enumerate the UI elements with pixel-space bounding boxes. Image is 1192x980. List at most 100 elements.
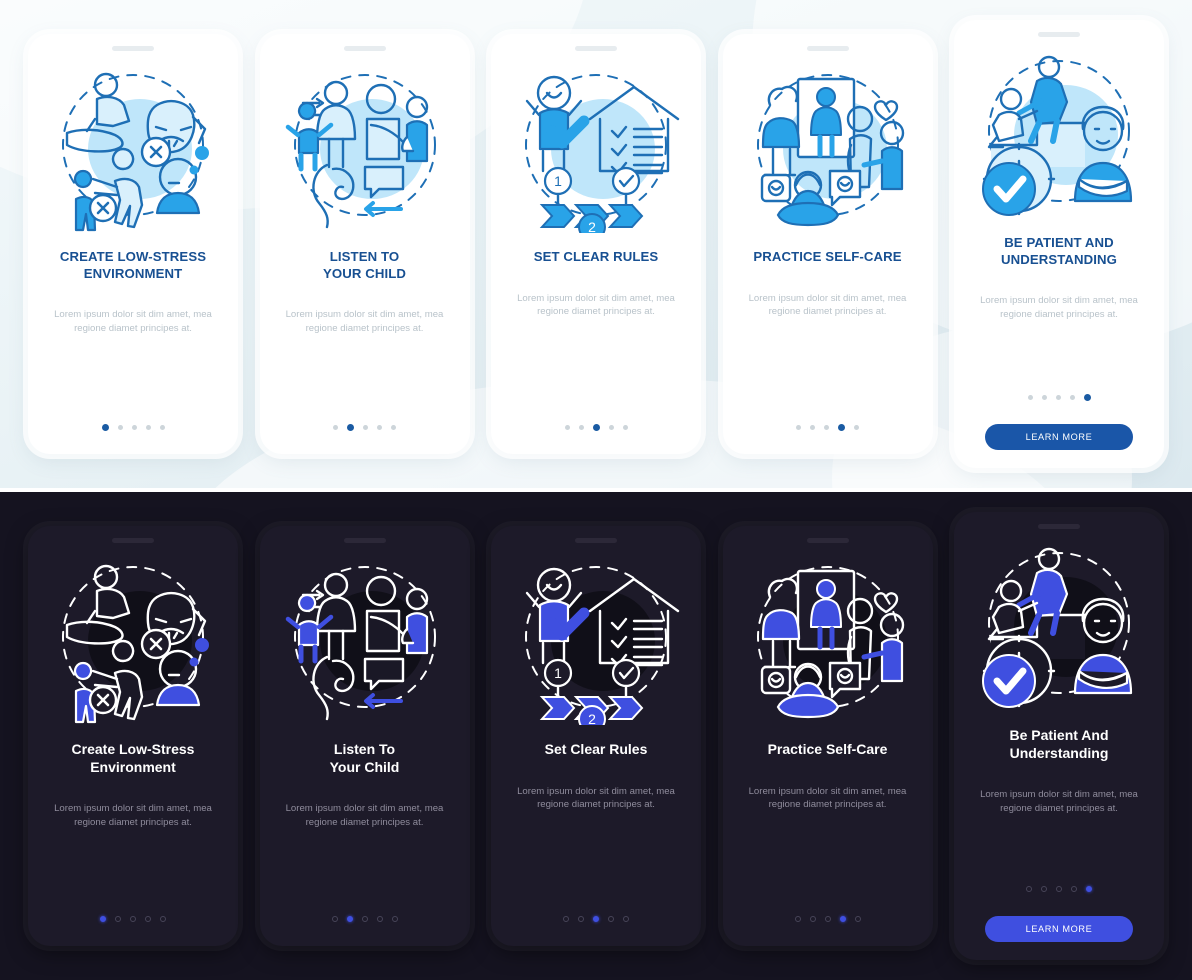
stress-free-family-icon <box>45 549 221 725</box>
pagination-dot-1[interactable] <box>564 424 570 430</box>
pagination-dot-1[interactable] <box>333 424 338 430</box>
phone-speaker-bar <box>806 46 849 51</box>
pagination-dot-3[interactable] <box>824 916 831 922</box>
pagination-dot-4[interactable] <box>377 424 382 430</box>
screen-title: Listen To Your Child <box>316 741 414 776</box>
screen-title-line-1: Set Clear Rules <box>544 741 648 757</box>
pagination-dot-3[interactable] <box>1056 886 1062 892</box>
pagination-dot-1[interactable] <box>796 424 801 430</box>
pagination-dot-4[interactable] <box>145 916 151 922</box>
screen-title-line-1: CREATE LOW-STRESS <box>59 249 207 264</box>
pagination-dot-5[interactable] <box>622 424 628 430</box>
phone-speaker-bar <box>575 538 617 543</box>
pagination-dot-1[interactable] <box>331 916 338 922</box>
phone-speaker-bar <box>343 46 386 51</box>
dark-phone-screen-5: Be Patient And Understanding Lorem ipsum d… <box>954 512 1164 960</box>
learn-more-button[interactable]: LEARN MORE <box>985 424 1133 450</box>
learn-more-button[interactable]: LEARN MORE <box>985 916 1133 942</box>
stress-free-family-icon <box>45 57 221 233</box>
screen-body-text: Lorem ipsum dolor sit dim amet, mea regi… <box>517 785 675 811</box>
pagination-dot-5-active[interactable] <box>1086 886 1092 892</box>
dark-phone-screen-1: Create Low-Stress Environment Lorem ipsum … <box>28 526 238 946</box>
patience-support-icon <box>971 43 1147 219</box>
pagination-dot-4[interactable] <box>1071 886 1077 892</box>
screen-title-line-2: ENVIRONMENT <box>83 265 183 281</box>
pagination-dot-4[interactable] <box>145 424 151 430</box>
dark-phone-screen-2: Listen To Your Child Lorem ipsum dolor sit… <box>259 526 470 946</box>
screen-body-text: Lorem ipsum dolor sit dim amet, mea regi… <box>517 292 675 318</box>
self-care-meditation-icon <box>740 549 916 725</box>
pagination-dot-4[interactable] <box>608 916 614 922</box>
house-checklist-icon: 1 2 <box>508 549 684 725</box>
pagination-dot-5[interactable] <box>391 916 398 922</box>
screen-body-text: Lorem ipsum dolor sit dim amet, mea regi… <box>285 803 444 828</box>
pagination-dot-4-active[interactable] <box>838 423 845 431</box>
pagination-dot-4-active[interactable] <box>839 916 846 922</box>
screen-title: Set Clear Rules <box>531 741 662 759</box>
pagination-dot-5[interactable] <box>391 424 396 430</box>
phone-speaker-bar <box>575 46 617 51</box>
pagination-dot-2[interactable] <box>809 916 816 922</box>
screen-body-text: Lorem ipsum dolor sit dim amet, mea regi… <box>980 789 1138 814</box>
pagination-dot-2[interactable] <box>578 424 584 430</box>
screen-body-text: Lorem ipsum dolor sit dim amet, mea regi… <box>748 292 907 318</box>
pagination-dots <box>1027 392 1091 402</box>
pagination-dot-3[interactable] <box>824 424 829 430</box>
pagination-dot-2[interactable] <box>1041 394 1047 400</box>
pagination-dot-3[interactable] <box>361 916 368 922</box>
pagination-dot-5[interactable] <box>854 916 861 922</box>
screen-body-text: Lorem ipsum dolor sit dim amet, mea regi… <box>54 309 212 334</box>
self-care-meditation-icon <box>740 57 916 233</box>
light-screens-rail: CREATE LOW-STRESS ENVIRONMENT Lorem ipsum … <box>0 0 1192 488</box>
pagination-dot-2[interactable] <box>1041 886 1047 892</box>
pagination-dot-3[interactable] <box>1055 394 1061 400</box>
screen-body-text: Lorem ipsum dolor sit dim amet, mea regi… <box>54 803 212 828</box>
pagination-dot-4[interactable] <box>376 916 383 922</box>
phone-speaker-bar <box>1038 524 1080 529</box>
screen-title: Be Patient And Understanding <box>995 727 1122 762</box>
screen-title-line-2: UNDERSTANDING <box>1000 251 1118 267</box>
pagination-dot-3-active[interactable] <box>593 916 599 922</box>
dark-phone-screen-4: Practice Self-Care Lorem ipsum dolor sit … <box>722 526 933 946</box>
pagination-dot-4[interactable] <box>1069 394 1075 400</box>
pagination-dot-2[interactable] <box>115 916 121 922</box>
pagination-dot-2[interactable] <box>117 424 123 430</box>
screen-body-text: Lorem ipsum dolor sit dim amet, mea regi… <box>285 309 444 334</box>
pagination-dot-3-active[interactable] <box>592 423 600 431</box>
light-phone-screen-4: PRACTICE SELF-CARE Lorem ipsum dolor sit … <box>722 34 933 454</box>
pagination-dot-1-active[interactable] <box>100 916 106 922</box>
pagination-dot-3[interactable] <box>131 424 137 430</box>
pagination-dot-4[interactable] <box>608 424 614 430</box>
pagination-dot-1[interactable] <box>1026 886 1032 892</box>
pagination-dot-2-active[interactable] <box>346 916 353 922</box>
pagination-dot-2[interactable] <box>578 916 584 922</box>
pagination-dots <box>564 422 628 432</box>
pagination-dot-2[interactable] <box>810 424 815 430</box>
house-checklist-icon: 1 2 <box>508 57 684 233</box>
screen-title-line-1: Practice Self-Care <box>767 741 888 757</box>
pagination-dot-1[interactable] <box>1027 394 1033 400</box>
pagination-dot-5[interactable] <box>159 424 165 430</box>
pagination-dot-5[interactable] <box>623 916 629 922</box>
pagination-dot-1[interactable] <box>563 916 569 922</box>
pagination-dot-1-active[interactable] <box>101 423 109 431</box>
svg-text:1: 1 <box>554 173 562 189</box>
pagination-dot-1[interactable] <box>794 916 801 922</box>
phone-speaker-bar <box>112 538 154 543</box>
pagination-dot-5[interactable] <box>160 916 166 922</box>
screen-title: BE PATIENT AND UNDERSTANDING <box>987 235 1131 268</box>
screen-title-line-1: Be Patient And <box>1009 727 1109 743</box>
phone-speaker-bar <box>112 46 154 51</box>
pagination-dot-3[interactable] <box>130 916 136 922</box>
screen-title: CREATE LOW-STRESS ENVIRONMENT <box>46 249 220 282</box>
pagination-dots <box>1026 884 1092 894</box>
screen-title-line-1: Create Low-Stress <box>71 741 195 757</box>
light-phone-screen-5: BE PATIENT AND UNDERSTANDING Lorem ipsum d… <box>954 20 1164 468</box>
screen-title: PRACTICE SELF-CARE <box>739 249 915 266</box>
screen-title: Practice Self-Care <box>754 741 902 759</box>
screen-title-line-2: Environment <box>90 758 176 775</box>
pagination-dot-5[interactable] <box>854 424 859 430</box>
pagination-dot-2-active[interactable] <box>347 423 354 431</box>
pagination-dot-5-active[interactable] <box>1083 393 1091 401</box>
pagination-dot-3[interactable] <box>363 424 368 430</box>
